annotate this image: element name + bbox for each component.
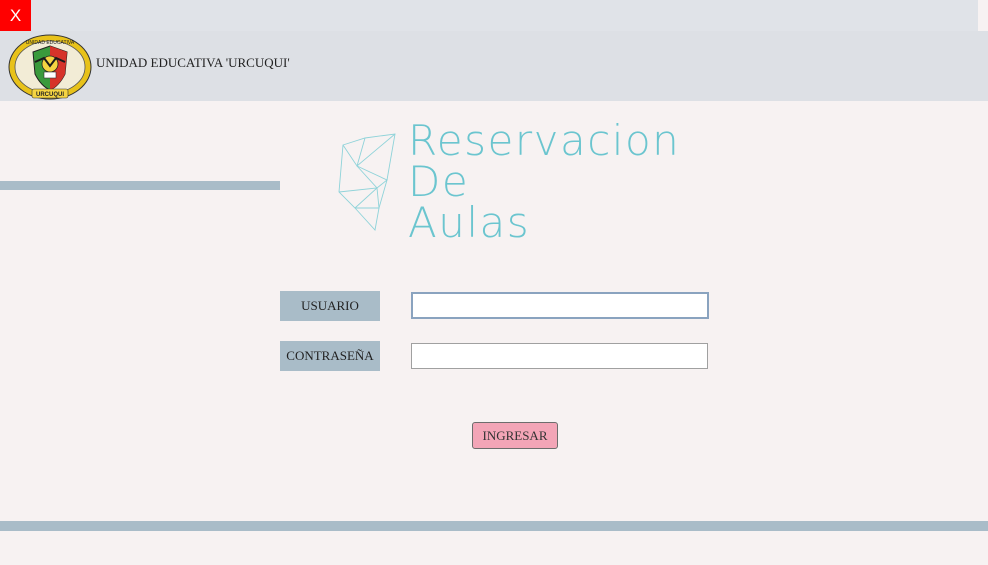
accent-bar-left: [0, 181, 280, 190]
username-label: USUARIO: [280, 291, 380, 321]
password-label: CONTRASEÑA: [280, 341, 380, 371]
login-button[interactable]: INGRESAR: [472, 422, 558, 449]
school-name: UNIDAD EDUCATIVA 'URCUQUI': [96, 55, 290, 70]
logo-text-bottom: URCUQUI: [36, 92, 64, 98]
school-logo-icon: UNIDAD EDUCATIVA URCUQUI: [8, 34, 92, 100]
close-button[interactable]: X: [0, 0, 31, 31]
page-title: Reservacion De Aulas: [408, 116, 708, 247]
password-input[interactable]: [411, 343, 708, 369]
crystal-icon: [338, 133, 396, 231]
title-line-1: Reservacion: [408, 116, 681, 165]
username-input[interactable]: [411, 292, 709, 319]
title-line-3: Aulas: [408, 198, 531, 247]
site-header: UNIDAD EDUCATIVA URCUQUI UNIDAD EDUCATIV…: [0, 31, 988, 101]
logo-text-top: UNIDAD EDUCATIVA: [26, 40, 75, 46]
top-strip-edge: [978, 0, 988, 31]
window-top-strip: [0, 0, 988, 31]
title-line-2: De: [408, 157, 470, 206]
accent-bar-bottom: [0, 521, 988, 531]
